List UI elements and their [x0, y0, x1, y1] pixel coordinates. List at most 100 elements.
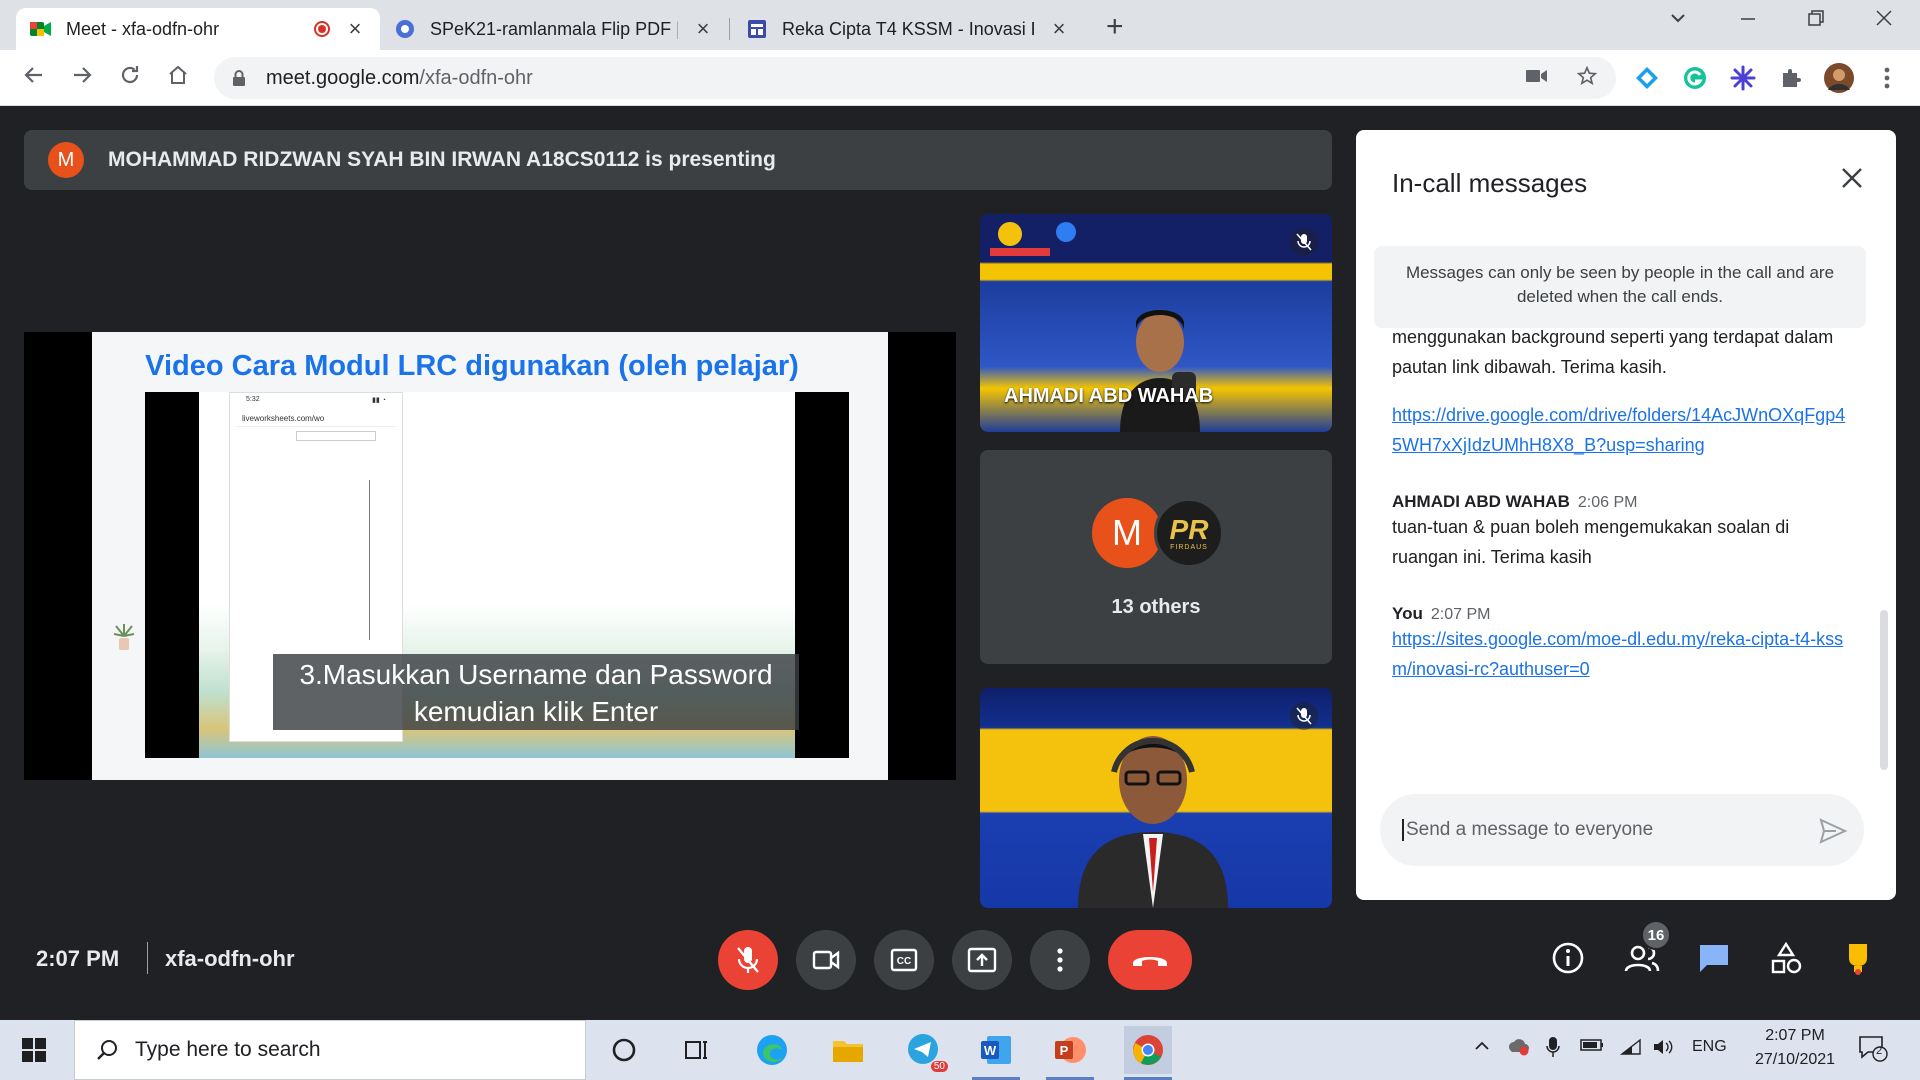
message-input[interactable]: Send a message to everyone: [1402, 819, 1653, 841]
in-call-messages-panel: In-call messages Messages can only be se…: [1356, 130, 1896, 900]
chat-icon[interactable]: [1694, 938, 1734, 978]
language-indicator[interactable]: ENG: [1692, 1038, 1727, 1056]
leave-call-button[interactable]: [1108, 930, 1192, 990]
flipbook-icon: [394, 18, 416, 40]
message-composer[interactable]: Send a message to everyone: [1380, 794, 1864, 866]
phone-time: 5:32: [246, 396, 260, 403]
powerpoint-icon[interactable]: P: [1046, 1026, 1094, 1080]
presentation-screen[interactable]: Video Cara Modul LRC digunakan (oleh pel…: [24, 332, 956, 780]
extensions-puzzle-icon[interactable]: [1776, 63, 1806, 93]
telegram-badge: 50: [930, 1061, 948, 1072]
svg-text:W: W: [984, 1043, 997, 1058]
microphone-tray-icon[interactable]: [1546, 1036, 1560, 1063]
message-link[interactable]: https://sites.google.com/moe-dl.edu.my/r…: [1392, 624, 1852, 684]
message-time: 2:07 PM: [1430, 606, 1491, 623]
close-window-button[interactable]: [1874, 8, 1894, 34]
restore-button[interactable]: [1806, 8, 1826, 34]
tab-title: Reka Cipta T4 KSSM - Inovasi RC: [782, 18, 1034, 39]
new-tab-button[interactable]: +: [1106, 10, 1124, 44]
lock-icon[interactable]: [230, 69, 248, 87]
reload-button[interactable]: [114, 62, 146, 94]
camera-button[interactable]: [796, 930, 856, 990]
activities-icon[interactable]: [1766, 938, 1806, 978]
captions-button[interactable]: CC: [874, 930, 934, 990]
message-time: 2:06 PM: [1577, 494, 1638, 511]
text-cursor-line: [369, 480, 370, 640]
cortana-icon[interactable]: [600, 1026, 648, 1074]
participant-tile-others[interactable]: M PR FIRDAUS 13 others: [980, 450, 1332, 664]
profile-avatar[interactable]: [1824, 63, 1854, 93]
browser-menu-icon[interactable]: [1872, 63, 1902, 93]
edge-icon[interactable]: [748, 1026, 796, 1074]
tab-close-icon[interactable]: ×: [344, 16, 366, 42]
tab-title: SPeK21-ramlanmala Flip PDF | An: [430, 18, 678, 39]
participant-video: [1078, 736, 1228, 908]
more-options-button[interactable]: [1030, 930, 1090, 990]
taskbar-clock[interactable]: 2:07 PM 27/10/2021: [1752, 1024, 1838, 1072]
google-meet-icon: [30, 18, 52, 40]
message-text: menggunakan background seperti yang terd…: [1392, 330, 1834, 377]
bookmark-star-icon[interactable]: [1576, 65, 1598, 92]
task-view-icon[interactable]: [672, 1026, 720, 1074]
tab-meet[interactable]: Meet - xfa-odfn-ohr ×: [16, 8, 380, 50]
file-explorer-icon[interactable]: [824, 1026, 872, 1074]
meeting-details-icon[interactable]: [1548, 938, 1588, 978]
message-item: AHMADI ABD WAHAB 2:06 PM tuan-tuan & puan…: [1392, 492, 1852, 572]
phone-status-bar: 5:32 ▮▮ ◔: [230, 393, 402, 407]
message-link[interactable]: https://drive.google.com/drive/folders/1…: [1392, 400, 1852, 460]
word-icon[interactable]: W: [972, 1026, 1020, 1080]
present-screen-button[interactable]: [952, 930, 1012, 990]
participant-tile-video[interactable]: [980, 688, 1332, 908]
hang-up-icon: [1133, 957, 1167, 966]
chrome-icon[interactable]: [1124, 1026, 1172, 1080]
telegram-icon[interactable]: 50: [900, 1026, 948, 1074]
tab-close-icon[interactable]: ×: [1048, 16, 1070, 42]
extension-burst-icon[interactable]: [1728, 63, 1758, 93]
speaker-video: [1120, 310, 1200, 432]
participant-tile-speaker[interactable]: AHMADI ABD WAHAB: [980, 214, 1332, 432]
browser-tab-bar: Meet - xfa-odfn-ohr × SPeK21-ramlanmala …: [0, 0, 1920, 50]
logo-subtitle: FIRDAUS: [1170, 543, 1208, 551]
slide-title: Video Cara Modul LRC digunakan (oleh pel…: [145, 350, 799, 382]
forward-button[interactable]: [66, 62, 98, 94]
extension-grammarly-icon[interactable]: [1680, 63, 1710, 93]
video-frame: 5:32 ▮▮ ◔ liveworksheets.com/wo 3.Masukka…: [199, 392, 799, 758]
camera-in-use-icon[interactable]: [1526, 68, 1548, 89]
phone-signal-icon: ▮▮ ◔: [372, 397, 386, 404]
address-bar[interactable]: meet.google.com/xfa-odfn-ohr: [214, 57, 1616, 99]
taskbar-search[interactable]: Type here to search: [74, 1020, 586, 1080]
show-hidden-icons-chevron-icon[interactable]: [1474, 1038, 1490, 1059]
url-host: meet.google.com: [266, 66, 420, 89]
google-sites-icon: [746, 18, 768, 40]
extension-diamond-icon[interactable]: [1632, 63, 1662, 93]
battery-icon[interactable]: [1580, 1038, 1604, 1057]
microphone-button[interactable]: [718, 930, 778, 990]
plant-decoration-icon: [110, 622, 138, 652]
others-count: 13 others: [1111, 596, 1201, 618]
chat-scrollbar[interactable]: [1880, 610, 1888, 770]
home-button[interactable]: [162, 62, 194, 94]
more-vert-icon: [1057, 948, 1063, 972]
tab-flip-pdf[interactable]: SPeK21-ramlanmala Flip PDF | An ×: [380, 8, 728, 50]
message-text: tuan-tuan & puan boleh mengemukakan soal…: [1392, 517, 1790, 567]
windows-start-icon[interactable]: [22, 1038, 46, 1062]
event-banner: [980, 214, 1332, 262]
minimize-button[interactable]: [1738, 8, 1758, 34]
presenting-text: MOHAMMAD RIDZWAN SYAH BIN IRWAN A18CS011…: [108, 148, 776, 171]
close-panel-button[interactable]: [1834, 160, 1870, 196]
onedrive-icon[interactable]: [1506, 1036, 1530, 1061]
tab-search-icon[interactable]: [1668, 8, 1688, 34]
notification-count: 2: [1876, 1045, 1883, 1057]
search-placeholder: Type here to search: [135, 1038, 321, 1061]
tab-close-icon[interactable]: ×: [692, 16, 714, 42]
send-icon[interactable]: [1818, 816, 1848, 846]
volume-icon[interactable]: [1652, 1038, 1674, 1061]
message-list[interactable]: menggunakan background seperti yang terd…: [1392, 330, 1852, 860]
wifi-icon[interactable]: [1619, 1038, 1642, 1061]
notification-center-icon[interactable]: 2: [1858, 1034, 1888, 1067]
back-button[interactable]: [18, 62, 50, 94]
host-controls-icon[interactable]: [1838, 938, 1878, 978]
caption-line-1: 3.Masukkan Username dan Password: [299, 659, 773, 690]
slide-video: 5:32 ▮▮ ◔ liveworksheets.com/wo 3.Masukka…: [145, 392, 849, 758]
tab-reka-cipta[interactable]: Reka Cipta T4 KSSM - Inovasi RC ×: [732, 8, 1084, 50]
